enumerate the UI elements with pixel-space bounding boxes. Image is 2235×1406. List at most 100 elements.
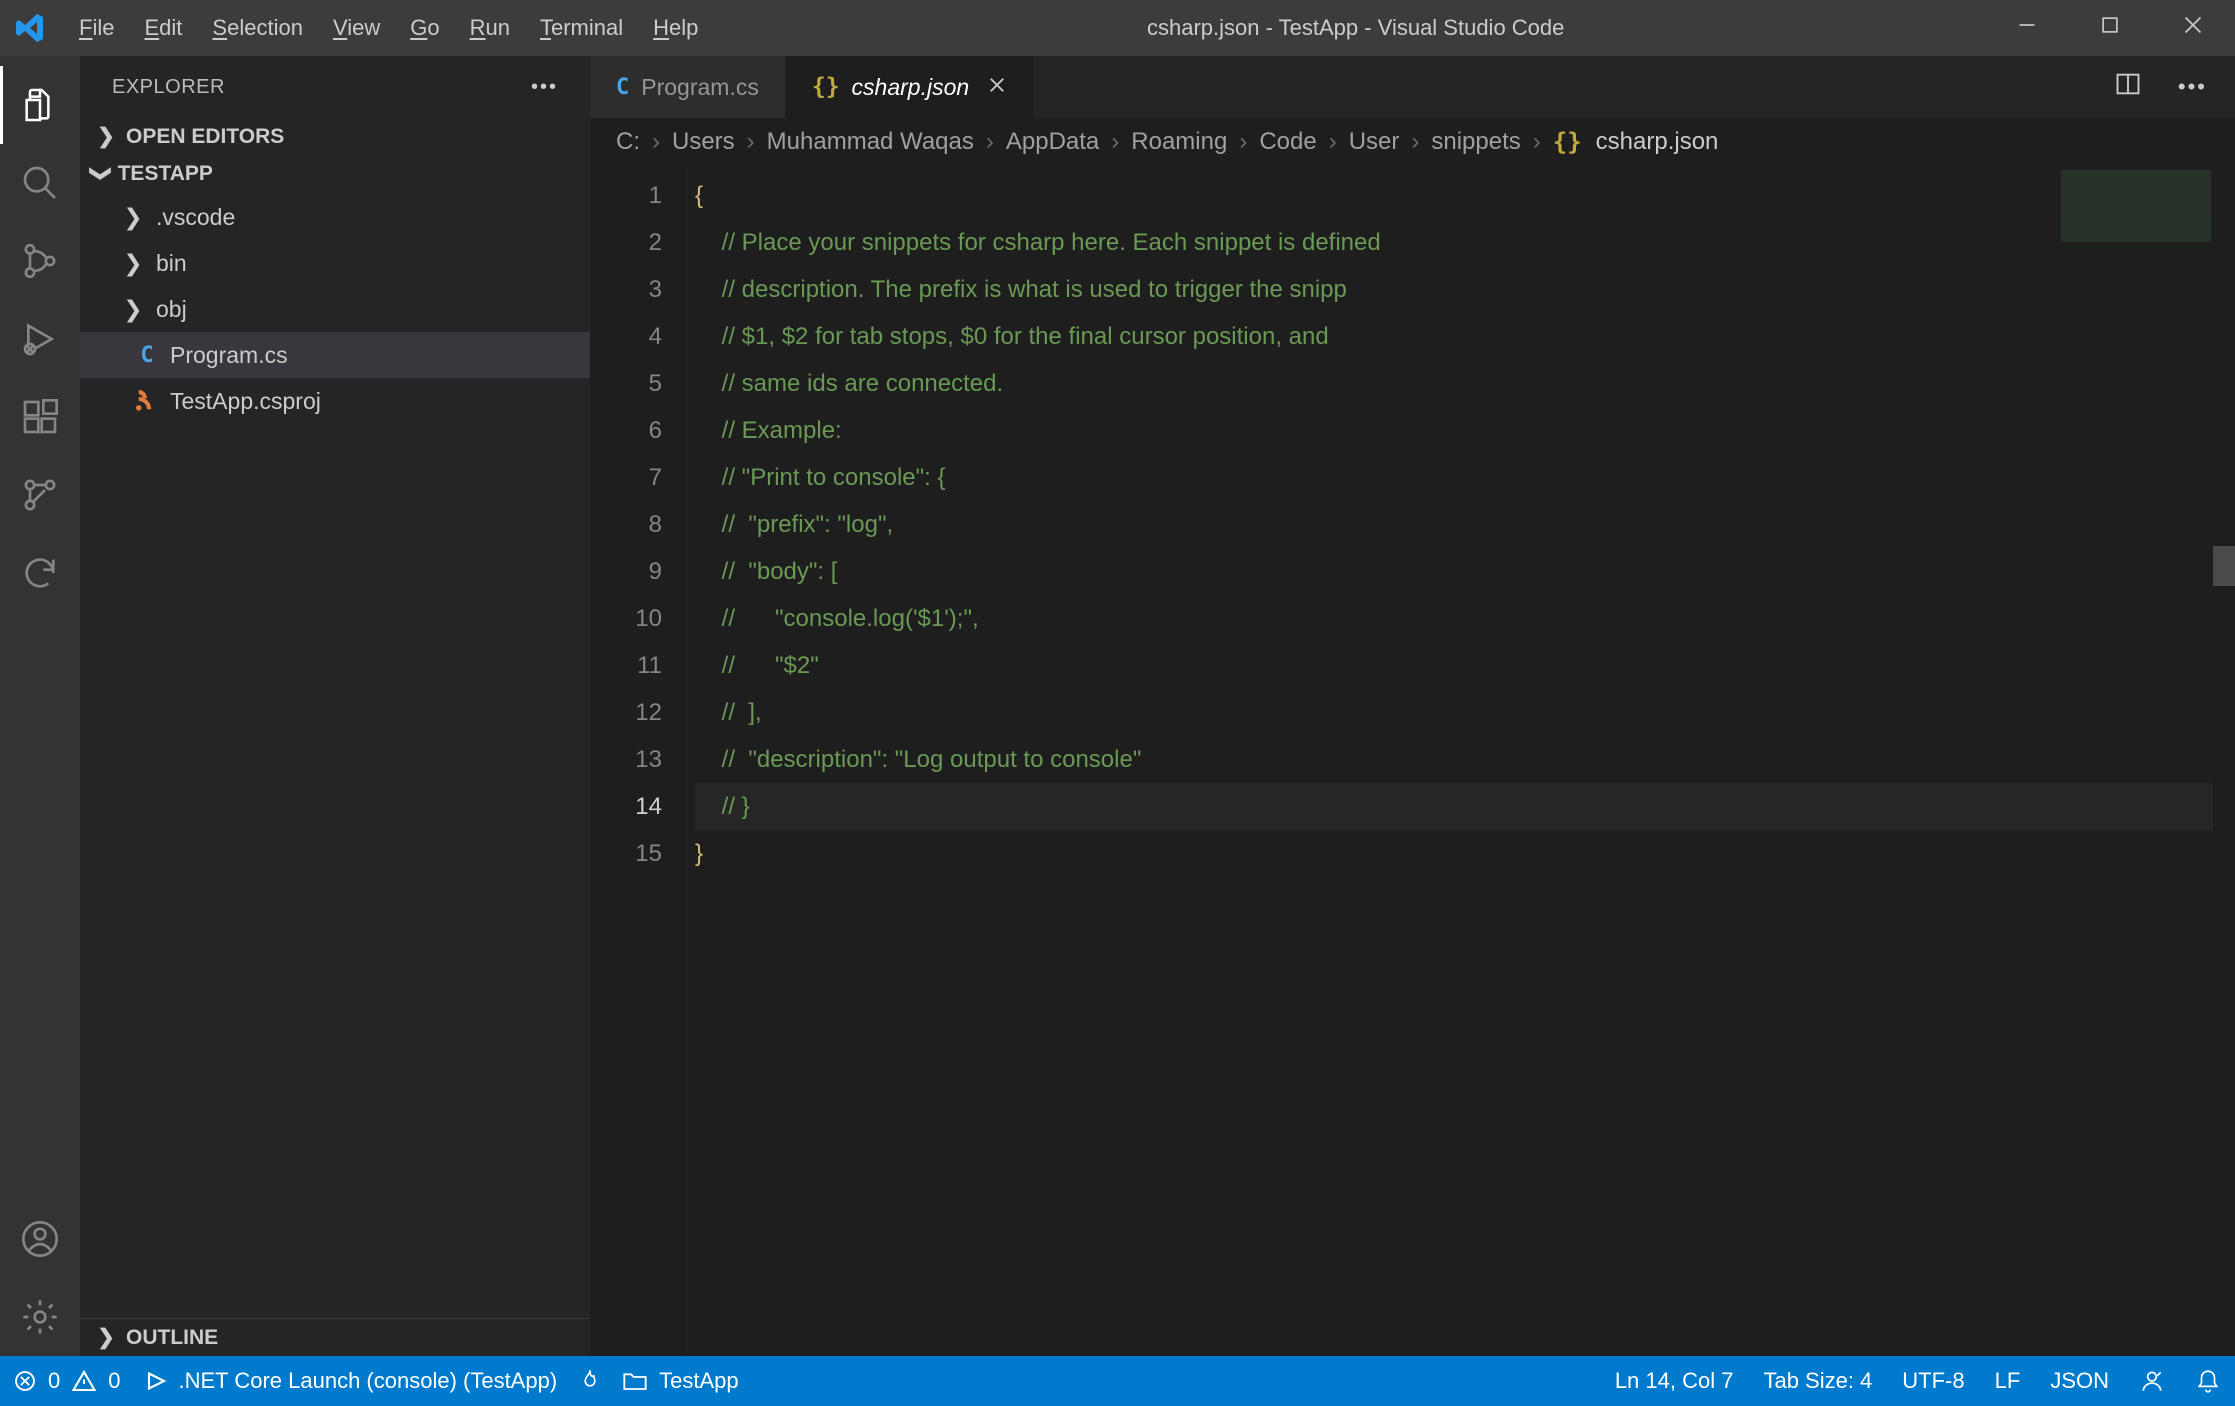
activity-sync-icon[interactable] (0, 534, 80, 612)
menu-go[interactable]: Go (410, 15, 439, 41)
close-icon[interactable] (987, 74, 1007, 101)
breadcrumb-segment[interactable]: User (1349, 128, 1400, 156)
tree-label: TestApp.csproj (170, 388, 321, 415)
menu-run[interactable]: Run (470, 15, 510, 41)
editor-group: C Program.cs {} csharp.json ••• C:›Users… (590, 56, 2235, 1356)
tree-file[interactable]: TestApp.csproj (80, 378, 590, 424)
sidebar-title: EXPLORER (112, 76, 225, 99)
code-line[interactable]: { (695, 172, 2235, 219)
tab-csharp-json[interactable]: {} csharp.json (786, 56, 1034, 118)
folder-header[interactable]: ❯ TESTAPP (80, 155, 590, 192)
tree-folder[interactable]: ❯obj (80, 286, 590, 332)
launch-config: .NET Core Launch (console) (TestApp) (179, 1368, 558, 1394)
chevron-right-icon: › (1527, 128, 1547, 156)
chevron-right-icon: › (646, 128, 666, 156)
activity-account-icon[interactable] (0, 1200, 80, 1278)
status-debug[interactable]: .NET Core Launch (console) (TestApp) (143, 1368, 558, 1394)
editor-more-icon[interactable]: ••• (2178, 74, 2207, 100)
breadcrumb-segment[interactable]: Users (672, 128, 735, 156)
chevron-right-icon: › (1405, 128, 1425, 156)
activity-settings-icon[interactable] (0, 1278, 80, 1356)
breadcrumb-segment[interactable]: C: (616, 128, 640, 156)
open-editors-label: OPEN EDITORS (126, 125, 284, 149)
menu-file[interactable]: File (79, 15, 114, 41)
minimize-icon[interactable] (2013, 15, 2041, 41)
menu-view[interactable]: View (333, 15, 380, 41)
json-file-icon: {} (1553, 128, 1582, 156)
code-line[interactable]: // $1, $2 for tab stops, $0 for the fina… (695, 313, 2235, 360)
chevron-right-icon: › (1233, 128, 1253, 156)
breadcrumb-segment[interactable]: Roaming (1131, 128, 1227, 156)
code-line[interactable]: // } (695, 783, 2235, 830)
activity-explorer-icon[interactable] (0, 66, 80, 144)
breadcrumb-segment[interactable]: Code (1259, 128, 1316, 156)
split-editor-icon[interactable] (2114, 70, 2142, 104)
tab-label: csharp.json (852, 74, 970, 101)
code-line[interactable]: // "Print to console": { (695, 454, 2235, 501)
code-line[interactable]: // Example: (695, 407, 2235, 454)
menu-terminal[interactable]: Terminal (540, 15, 623, 41)
activity-run-icon[interactable] (0, 300, 80, 378)
activity-extensions-icon[interactable] (0, 378, 80, 456)
status-fire-icon[interactable] (579, 1369, 601, 1393)
tree-folder[interactable]: ❯bin (80, 240, 590, 286)
status-project[interactable]: TestApp (623, 1368, 739, 1394)
tree-label: .vscode (156, 204, 235, 231)
sidebar-more-icon[interactable]: ••• (531, 76, 558, 99)
tree-file[interactable]: C Program.cs (80, 332, 590, 378)
tab-label: Program.cs (641, 74, 759, 101)
tree-label: obj (156, 296, 187, 323)
activity-references-icon[interactable] (0, 456, 80, 534)
vertical-scrollbar[interactable] (2213, 166, 2235, 1356)
project-name: TestApp (659, 1368, 739, 1394)
code-line[interactable]: // description. The prefix is what is us… (695, 266, 2235, 313)
code-line[interactable]: } (695, 830, 2235, 877)
chevron-right-icon: › (741, 128, 761, 156)
chevron-right-icon: ❯ (120, 204, 146, 231)
menu-selection[interactable]: Selection (212, 15, 303, 41)
maximize-icon[interactable] (2096, 15, 2124, 41)
chevron-right-icon: › (1323, 128, 1343, 156)
tree-label: Program.cs (170, 342, 288, 369)
chevron-right-icon: ❯ (94, 124, 118, 149)
menu-edit[interactable]: Edit (144, 15, 182, 41)
activity-bar (0, 56, 80, 1356)
notifications-icon[interactable] (2195, 1368, 2221, 1394)
code-line[interactable]: // same ids are connected. (695, 360, 2235, 407)
breadcrumbs[interactable]: C:›Users›Muhammad Waqas›AppData›Roaming›… (590, 118, 2235, 166)
breadcrumb-segment[interactable]: snippets (1431, 128, 1520, 156)
breadcrumb-segment[interactable]: csharp.json (1596, 128, 1719, 156)
code-line[interactable]: // "console.log('$1');", (695, 595, 2235, 642)
code-line[interactable]: // "body": [ (695, 548, 2235, 595)
chevron-right-icon: › (980, 128, 1000, 156)
close-icon[interactable] (2179, 15, 2207, 41)
tab-program-cs[interactable]: C Program.cs (590, 56, 786, 118)
breadcrumb-segment[interactable]: AppData (1006, 128, 1099, 156)
open-editors-header[interactable]: ❯ OPEN EDITORS (80, 118, 590, 155)
status-problems[interactable]: 0 0 (14, 1368, 121, 1394)
sidebar: EXPLORER ••• ❯ OPEN EDITORS ❯ TESTAPP ❯.… (80, 56, 590, 1356)
cursor-position[interactable]: Ln 14, Col 7 (1615, 1368, 1734, 1394)
minimap[interactable] (2061, 166, 2211, 1356)
breadcrumb-segment[interactable]: Muhammad Waqas (767, 128, 974, 156)
code-line[interactable]: // Place your snippets for csharp here. … (695, 219, 2235, 266)
activity-scm-icon[interactable] (0, 222, 80, 300)
menu-help[interactable]: Help (653, 15, 698, 41)
code-editor[interactable]: { // Place your snippets for csharp here… (686, 166, 2235, 1356)
encoding[interactable]: UTF-8 (1902, 1368, 1964, 1394)
code-line[interactable]: // ], (695, 689, 2235, 736)
language-mode[interactable]: JSON (2050, 1368, 2109, 1394)
outline-header[interactable]: ❯ OUTLINE (80, 1318, 590, 1356)
code-line[interactable]: // "prefix": "log", (695, 501, 2235, 548)
tree-folder[interactable]: ❯ .vscode (80, 194, 590, 240)
code-line[interactable]: // "$2" (695, 642, 2235, 689)
eol[interactable]: LF (1995, 1368, 2021, 1394)
code-line[interactable]: // "description": "Log output to console… (695, 736, 2235, 783)
window-title: csharp.json - TestApp - Visual Studio Co… (698, 15, 2013, 41)
feedback-icon[interactable] (2139, 1368, 2165, 1394)
json-file-icon: {} (812, 74, 840, 100)
indent-setting[interactable]: Tab Size: 4 (1763, 1368, 1872, 1394)
warnings-count: 0 (108, 1368, 120, 1394)
activity-search-icon[interactable] (0, 144, 80, 222)
csharp-file-icon: C (134, 343, 160, 368)
